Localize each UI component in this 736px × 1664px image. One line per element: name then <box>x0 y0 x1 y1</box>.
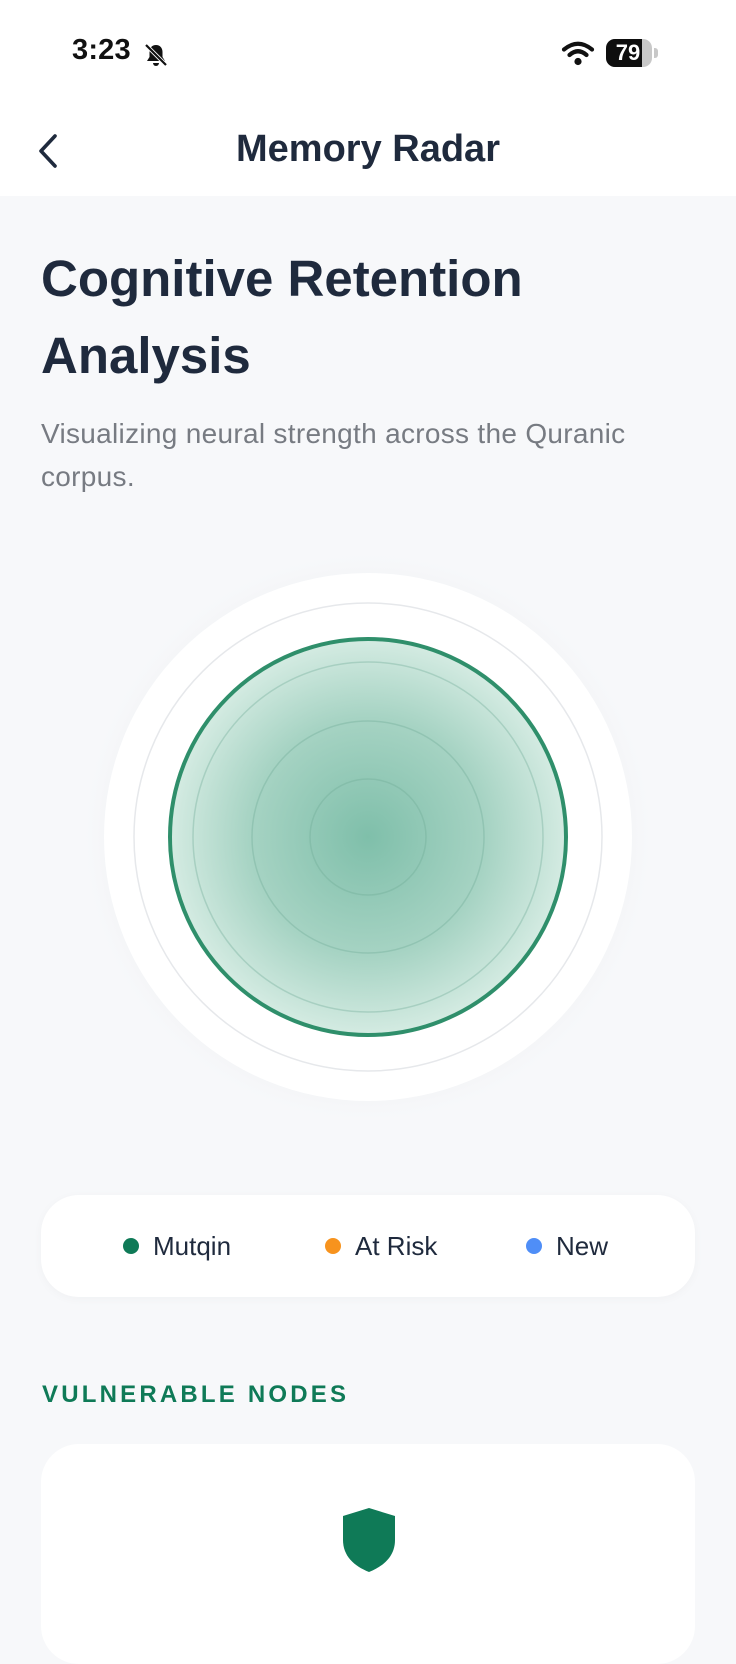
page-subtitle: Visualizing neural strength across the Q… <box>41 418 626 492</box>
screen-title: Memory Radar <box>236 128 500 170</box>
memory-radar-chart <box>78 547 658 1127</box>
legend-label: Mutqin <box>153 1230 232 1261</box>
top-bar: 3:23 79 Memory Radar <box>0 0 736 196</box>
status-time: 3:23 <box>72 34 131 66</box>
legend-label: At Risk <box>355 1230 438 1261</box>
legend-dot-at-risk <box>325 1238 341 1254</box>
legend-dot-mutqin <box>123 1238 139 1254</box>
legend-item-new: New <box>526 1228 608 1264</box>
radar-retention-area <box>168 637 568 1037</box>
wifi-icon <box>561 41 595 66</box>
legend-label: New <box>556 1230 609 1261</box>
battery-icon: 79 <box>606 39 658 67</box>
battery-level: 79 <box>615 40 641 65</box>
bell-off-icon <box>144 43 168 67</box>
legend: Mutqin At Risk New <box>41 1195 695 1297</box>
legend-dot-new <box>526 1238 542 1254</box>
legend-item-mutqin: Mutqin <box>123 1228 231 1264</box>
section-header-vulnerable-nodes: VULNERABLE NODES <box>42 1381 350 1408</box>
vulnerable-nodes-card <box>41 1444 695 1664</box>
page-heading: Cognitive Retention Analysis <box>41 250 523 384</box>
legend-item-at-risk: At Risk <box>325 1228 437 1264</box>
shield-icon <box>343 1508 395 1572</box>
